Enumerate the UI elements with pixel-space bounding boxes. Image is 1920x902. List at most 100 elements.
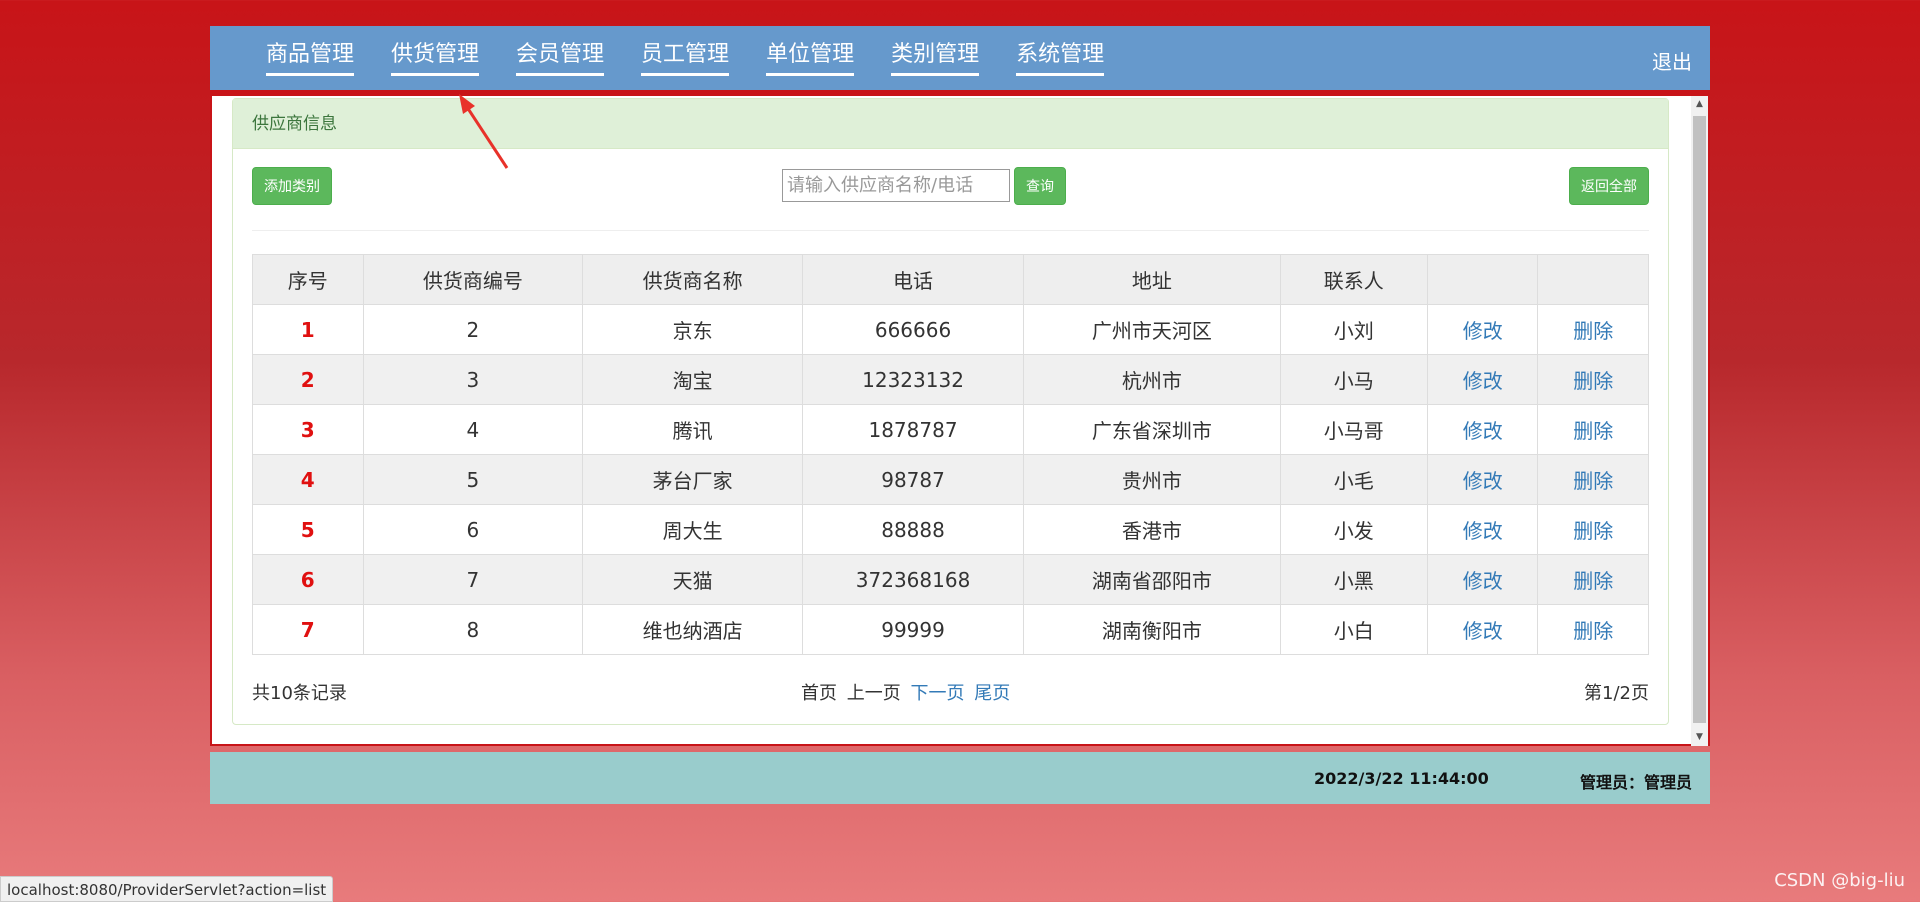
nav-item-goods[interactable]: 商品管理 — [266, 41, 355, 76]
edit-link[interactable]: 修改 — [1426, 504, 1539, 555]
nav-item-supply[interactable]: 供货管理 — [391, 41, 480, 76]
header-provider-id: 供货商编号 — [362, 254, 584, 305]
header-phone: 电话 — [802, 254, 1025, 305]
cell-provider-id: 5 — [362, 454, 584, 505]
delete-link[interactable]: 删除 — [1537, 304, 1649, 355]
add-category-button[interactable]: 添加类别 — [252, 167, 332, 205]
table-row: 6 7 天猫 372368168 湖南省邵阳市 小黑 修改 删除 — [252, 554, 1649, 605]
cell-address: 广东省深圳市 — [1023, 404, 1281, 455]
query-button[interactable]: 查询 — [1014, 167, 1066, 205]
nav-list: 商品管理 供货管理 会员管理 员工管理 单位管理 类别管理 系统管理 — [266, 41, 1141, 76]
cell-phone: 98787 — [802, 454, 1025, 505]
cell-contact: 小黑 — [1279, 554, 1428, 605]
edit-link[interactable]: 修改 — [1426, 404, 1539, 455]
delete-link[interactable]: 删除 — [1537, 404, 1649, 455]
cell-contact: 小发 — [1279, 504, 1428, 555]
annotation-arrow-icon — [459, 94, 509, 169]
last-page-link[interactable]: 尾页 — [974, 683, 1010, 704]
scroll-thumb[interactable] — [1693, 116, 1706, 723]
table-row: 7 8 维也纳酒店 99999 湖南衡阳市 小白 修改 删除 — [252, 604, 1649, 655]
cell-seq: 6 — [252, 554, 364, 605]
logout-link[interactable]: 退出 — [1652, 46, 1692, 75]
table-row: 4 5 茅台厂家 98787 贵州市 小毛 修改 删除 — [252, 454, 1649, 505]
delete-link[interactable]: 删除 — [1537, 454, 1649, 505]
provider-table: 序号 供货商编号 供货商名称 电话 地址 联系人 1 2 京东 666666 广… — [252, 254, 1649, 655]
scroll-up-icon[interactable]: ▲ — [1691, 96, 1708, 113]
cell-provider-name: 茅台厂家 — [582, 454, 804, 505]
cell-address: 贵州市 — [1023, 454, 1281, 505]
watermark: CSDN @big-liu — [1774, 870, 1905, 891]
back-all-button[interactable]: 返回全部 — [1569, 167, 1649, 205]
header-seq: 序号 — [252, 254, 364, 305]
cell-seq: 3 — [252, 404, 364, 455]
cell-address: 湖南衡阳市 — [1023, 604, 1281, 655]
table-row: 5 6 周大生 88888 香港市 小发 修改 删除 — [252, 504, 1649, 555]
nav-item-categories[interactable]: 类别管理 — [891, 41, 980, 76]
cell-phone: 372368168 — [802, 554, 1025, 605]
top-nav: 商品管理 供货管理 会员管理 员工管理 单位管理 类别管理 系统管理 退出 — [210, 26, 1710, 90]
cell-seq: 2 — [252, 354, 364, 405]
scroll-down-icon[interactable]: ▼ — [1691, 729, 1708, 746]
edit-link[interactable]: 修改 — [1426, 604, 1539, 655]
edit-link[interactable]: 修改 — [1426, 304, 1539, 355]
cell-contact: 小毛 — [1279, 454, 1428, 505]
cell-provider-id: 4 — [362, 404, 584, 455]
table-row: 3 4 腾讯 1878787 广东省深圳市 小马哥 修改 删除 — [252, 404, 1649, 455]
cell-address: 广州市天河区 — [1023, 304, 1281, 355]
panel-title: 供应商信息 — [233, 99, 1668, 149]
pager: 首页 上一页 下一页 尾页 — [801, 679, 1014, 705]
header-contact: 联系人 — [1279, 254, 1428, 305]
delete-link[interactable]: 删除 — [1537, 504, 1649, 555]
header-provider-name: 供货商名称 — [582, 254, 804, 305]
browser-status-bar: localhost:8080/ProviderServlet?action=li… — [0, 876, 334, 902]
cell-contact: 小刘 — [1279, 304, 1428, 355]
cell-provider-name: 淘宝 — [582, 354, 804, 405]
cell-provider-name: 周大生 — [582, 504, 804, 555]
table-header-row: 序号 供货商编号 供货商名称 电话 地址 联系人 — [252, 254, 1649, 305]
cell-seq: 1 — [252, 304, 364, 355]
content-frame: 供应商信息 添加类别 查询 返回全部 序号 供货商编号 供货商名称 电话 地址 … — [210, 96, 1710, 746]
cell-address: 杭州市 — [1023, 354, 1281, 405]
nav-item-staff[interactable]: 员工管理 — [641, 41, 730, 76]
edit-link[interactable]: 修改 — [1426, 354, 1539, 405]
edit-link[interactable]: 修改 — [1426, 554, 1539, 605]
nav-item-units[interactable]: 单位管理 — [766, 41, 855, 76]
delete-link[interactable]: 删除 — [1537, 554, 1649, 605]
app-window: 商品管理 供货管理 会员管理 员工管理 单位管理 类别管理 系统管理 退出 供应… — [210, 26, 1710, 804]
cell-phone: 12323132 — [802, 354, 1025, 405]
cell-provider-name: 维也纳酒店 — [582, 604, 804, 655]
cell-phone: 1878787 — [802, 404, 1025, 455]
header-delete — [1537, 254, 1649, 305]
nav-item-members[interactable]: 会员管理 — [516, 41, 605, 76]
vertical-scrollbar[interactable]: ▲ ▼ — [1691, 96, 1708, 746]
datetime: 2022/3/22 11:44:00 — [1314, 769, 1489, 788]
delete-link[interactable]: 删除 — [1537, 354, 1649, 405]
cell-provider-id: 7 — [362, 554, 584, 605]
edit-link[interactable]: 修改 — [1426, 454, 1539, 505]
cell-contact: 小马哥 — [1279, 404, 1428, 455]
cell-phone: 88888 — [802, 504, 1025, 555]
cell-seq: 4 — [252, 454, 364, 505]
search-input[interactable] — [782, 169, 1010, 202]
cell-contact: 小白 — [1279, 604, 1428, 655]
cell-provider-id: 6 — [362, 504, 584, 555]
cell-provider-id: 8 — [362, 604, 584, 655]
admin-label: 管理员：管理员 — [1579, 773, 1692, 792]
table-row: 2 3 淘宝 12323132 杭州市 小马 修改 删除 — [252, 354, 1649, 405]
cell-contact: 小马 — [1279, 354, 1428, 405]
header-edit — [1426, 254, 1539, 305]
cell-phone: 99999 — [802, 604, 1025, 655]
next-page-link[interactable]: 下一页 — [910, 683, 964, 704]
nav-item-system[interactable]: 系统管理 — [1016, 41, 1105, 76]
cell-provider-name: 京东 — [582, 304, 804, 355]
pagination-row: 共10条记录 首页 上一页 下一页 尾页 第1/2页 — [252, 679, 1649, 709]
cell-seq: 7 — [252, 604, 364, 655]
table-row: 1 2 京东 666666 广州市天河区 小刘 修改 删除 — [252, 304, 1649, 355]
cell-phone: 666666 — [802, 304, 1025, 355]
cell-address: 湖南省邵阳市 — [1023, 554, 1281, 605]
cell-address: 香港市 — [1023, 504, 1281, 555]
delete-link[interactable]: 删除 — [1537, 604, 1649, 655]
cell-provider-name: 腾讯 — [582, 404, 804, 455]
header-address: 地址 — [1023, 254, 1281, 305]
page-info: 第1/2页 — [1584, 683, 1649, 704]
